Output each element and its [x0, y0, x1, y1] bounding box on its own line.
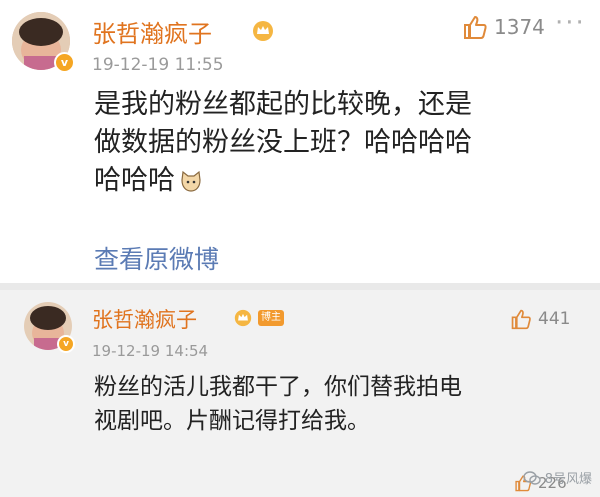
comment-date: 19-12-19 14:54 — [92, 342, 209, 360]
like-button[interactable]: 1374 — [462, 14, 545, 40]
host-badge: 博主 — [258, 310, 284, 326]
comment-text: 粉丝的活儿我都干了，你们替我拍电 视剧吧。片酬记得打给我。 — [94, 374, 462, 434]
divider — [0, 283, 600, 290]
username[interactable]: 张哲瀚疯子 — [92, 14, 212, 49]
username[interactable]: 张哲瀚疯子 — [92, 304, 197, 334]
comment-card-1: v 张哲瀚疯子 19-12-19 11:55 1374 ··· 是我的粉丝都起的… — [0, 0, 600, 283]
comment-text: 是我的粉丝都起的比较晚，还是 做数据的粉丝没上班？哈哈哈哈 哈哈哈 — [94, 89, 472, 196]
thumbs-up-icon — [511, 309, 531, 330]
like-count: 441 — [538, 309, 571, 329]
crown-icon — [234, 309, 252, 327]
watermark-text: 8号风爆 — [544, 472, 592, 487]
wechat-logo-icon — [523, 470, 541, 485]
like-button[interactable]: 441 — [510, 308, 570, 330]
thumbs-up-icon — [464, 16, 487, 39]
comment-card-2: v 张哲瀚疯子 博主 19-12-19 14:54 441 粉丝的活儿我都干了，… — [0, 290, 600, 497]
crown-icon — [253, 21, 273, 41]
like-count: 1374 — [494, 15, 545, 39]
watermark: 8号风爆 — [523, 468, 592, 487]
comment-date: 19-12-19 11:55 — [92, 55, 224, 75]
cat-emoji-icon — [181, 170, 201, 192]
verified-badge-icon: v — [54, 52, 75, 73]
verified-badge-icon: v — [57, 335, 75, 353]
more-options-icon[interactable]: ··· — [555, 10, 586, 36]
view-original-link[interactable]: 查看原微博 — [94, 240, 219, 276]
